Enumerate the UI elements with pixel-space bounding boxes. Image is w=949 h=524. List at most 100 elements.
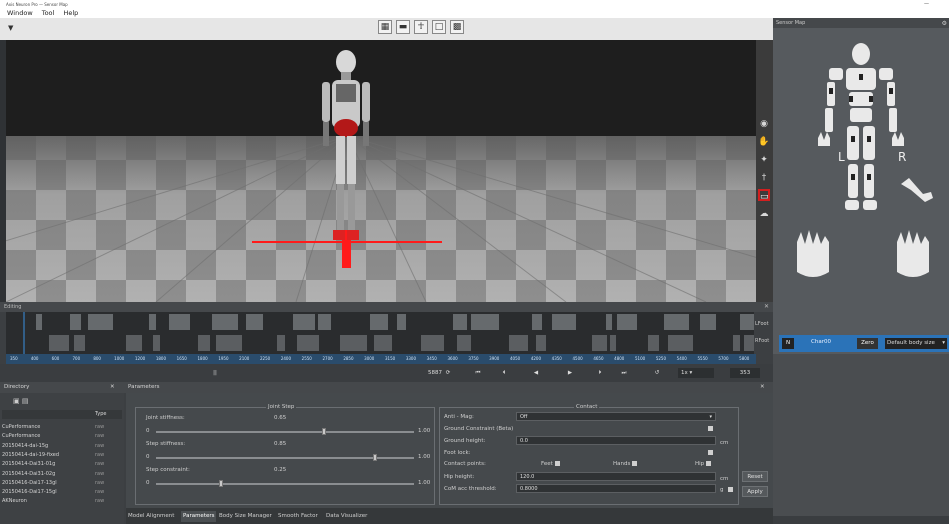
window-title: Axis Neuron Pro — Sensor Map <box>6 2 68 7</box>
slider-handle[interactable] <box>321 428 326 435</box>
track-segment <box>733 335 740 351</box>
zero-button[interactable]: Zero <box>857 338 878 349</box>
list-item[interactable]: 20150416-Dai17-15gl raw <box>2 489 120 495</box>
ruler-tick-label: 5100 <box>635 356 646 361</box>
step-back-icon[interactable]: ◀ <box>530 368 542 378</box>
tab-body-size-manager[interactable]: Body Size Manager <box>219 511 272 522</box>
cloud-icon[interactable]: ☁ <box>758 208 770 220</box>
frame-count: 5887 <box>428 370 442 376</box>
slider-min-label: 0 <box>146 428 150 434</box>
ruler-icon[interactable]: ▭ <box>758 189 770 202</box>
stand-icon[interactable]: † <box>758 172 770 184</box>
feet-option[interactable]: Feet <box>541 461 560 467</box>
speed-select[interactable]: 1x ▾ <box>678 368 714 378</box>
track-segment <box>592 335 607 351</box>
close-icon[interactable]: ✕ <box>764 302 769 312</box>
track-segment <box>216 335 242 351</box>
tab-model-alignment[interactable]: Model Alignment <box>128 511 174 522</box>
hand-icon[interactable]: ✋ <box>758 136 770 148</box>
minimize-button[interactable]: — <box>924 0 929 9</box>
viewport-menu-arrow-icon[interactable]: ▼ <box>8 24 13 32</box>
list-item[interactable]: CuPerformance raw <box>2 433 120 439</box>
com-threshold-input[interactable]: 0.8000 <box>516 484 716 493</box>
list-item-type: raw <box>95 479 105 486</box>
slider-handle[interactable] <box>373 454 378 461</box>
ground-height-label: Ground height: <box>444 438 486 444</box>
reset-button[interactable]: Reset <box>742 471 768 482</box>
ruler-tick-label: 4500 <box>572 356 583 361</box>
directory-close-icon[interactable]: ✕ <box>110 382 115 393</box>
ruler-tick-label: 350 <box>10 356 18 361</box>
gear-icon[interactable]: ⚙ <box>942 19 947 29</box>
feet-checkbox[interactable] <box>554 461 560 466</box>
track-segment <box>88 314 113 330</box>
slider-handle[interactable] <box>218 480 223 487</box>
slider-track[interactable] <box>156 483 414 485</box>
next-key-icon[interactable]: ⏵ <box>594 368 606 378</box>
loop-icon[interactable]: ↺ <box>650 368 664 378</box>
slider-track[interactable] <box>156 431 414 433</box>
ruler-tick-label: 5250 <box>655 356 667 361</box>
tab-parameters[interactable]: Parameters <box>181 511 217 522</box>
hands-checkbox[interactable] <box>632 461 638 466</box>
first-frame-icon[interactable]: ⏮ <box>472 368 484 378</box>
3d-viewport[interactable] <box>6 40 756 302</box>
list-item[interactable]: 20150414-Dai31-02g raw <box>2 471 120 477</box>
play-icon[interactable]: ▶ <box>564 368 576 378</box>
character-row[interactable]: N Char00 Zero Default body size ▾ <box>779 335 949 352</box>
checker-icon[interactable]: ▦ <box>378 20 392 34</box>
sync-icon[interactable]: ⟳ <box>444 368 452 378</box>
tab-data-visualizer[interactable]: Data Visualizer <box>326 511 367 522</box>
list-item[interactable]: 20150414-dai-19-fixed raw <box>2 452 120 458</box>
hip-height-unit: cm <box>720 476 729 482</box>
body-size-select[interactable]: Default body size ▾ <box>885 338 947 349</box>
pause-button[interactable]: || <box>210 368 220 378</box>
track-segment <box>318 314 331 330</box>
list-item[interactable]: CuPerformance raw <box>2 424 120 430</box>
menu-help[interactable]: Help <box>63 9 78 18</box>
ruler-tick-label: 4350 <box>551 356 562 361</box>
ruler-tick-label: 1800 <box>197 356 208 361</box>
save-icon[interactable]: ▤ <box>22 397 29 405</box>
figure-icon[interactable]: ☥ <box>414 20 428 34</box>
hip-option[interactable]: Hip <box>695 461 712 467</box>
ground-constraint-checkbox[interactable] <box>708 426 713 431</box>
foot-lock-checkbox[interactable] <box>708 450 713 455</box>
ground-height-unit: cm <box>720 440 729 446</box>
menu-window[interactable]: Window <box>7 9 33 18</box>
list-item[interactable]: AKNeuron raw <box>2 498 120 504</box>
ring-icon[interactable]: ◉ <box>758 118 770 130</box>
square-icon[interactable]: □ <box>432 20 446 34</box>
directory-column-header[interactable]: Type <box>2 410 122 419</box>
background-dark <box>6 40 756 136</box>
menu-tool[interactable]: Tool <box>42 9 55 18</box>
ruler-tick-label: 400 <box>30 356 39 361</box>
track-segment <box>70 314 81 330</box>
tab-smooth-factor[interactable]: Smooth Factor <box>278 511 318 522</box>
timeline-ruler[interactable]: 350 400 600 700 800 1000 1200 1800 1650 1800 1950 2… <box>6 354 756 364</box>
ground-height-input[interactable]: 0.0 <box>516 436 716 445</box>
hip-height-input[interactable]: 120.0 <box>516 472 716 481</box>
current-frame-field[interactable]: 353 <box>730 368 760 378</box>
apply-button[interactable]: Apply <box>742 486 768 497</box>
list-item-name: 20150414-dai-15g <box>2 442 49 449</box>
figure-walk-icon[interactable]: ✦ <box>758 154 770 166</box>
ruler-tick-label: 3300 <box>405 356 417 361</box>
track-segment <box>606 314 612 330</box>
hands-option[interactable]: Hands <box>613 461 638 467</box>
joint-row-label: Step constraint: <box>146 467 190 473</box>
com-threshold-checkbox[interactable] <box>728 487 733 492</box>
parameters-close-icon[interactable]: ✕ <box>760 382 765 393</box>
hip-checkbox[interactable] <box>706 461 712 466</box>
camera-icon[interactable]: ▬ <box>396 20 410 34</box>
track-segment <box>552 314 576 330</box>
checker-alt-icon[interactable]: ▩ <box>450 20 464 34</box>
list-item[interactable]: 20150416-Dai17-13gl raw <box>2 480 120 486</box>
list-item[interactable]: 20150414-dai-15g raw <box>2 443 120 449</box>
folder-open-icon[interactable]: ▣ <box>13 397 20 405</box>
timeline-tracks[interactable] <box>6 312 765 354</box>
last-frame-icon[interactable]: ⏭ <box>618 368 630 378</box>
list-item[interactable]: 20150414-Dai31-01g raw <box>2 461 120 467</box>
anti-mag-select[interactable]: Off ▾ <box>516 412 716 421</box>
prev-key-icon[interactable]: ⏴ <box>498 368 510 378</box>
